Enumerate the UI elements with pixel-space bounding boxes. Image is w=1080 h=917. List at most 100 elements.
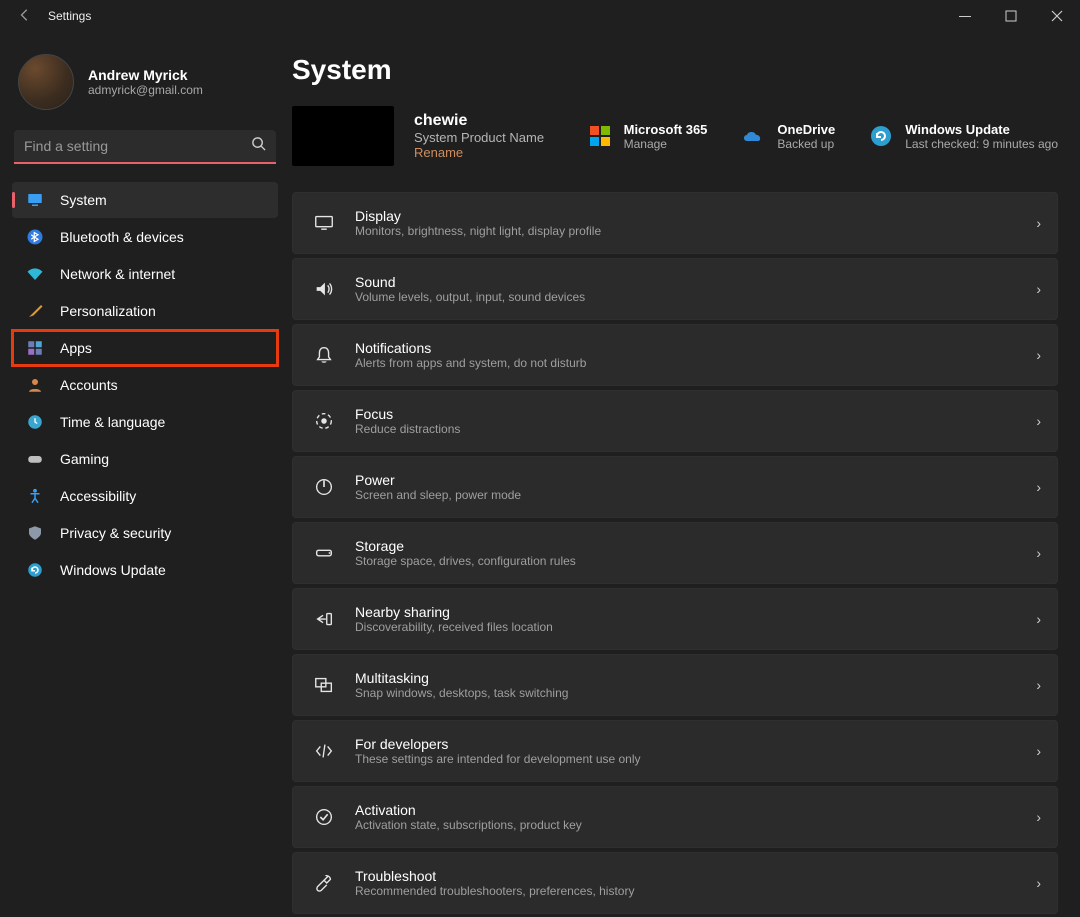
card-focus[interactable]: FocusReduce distractions › [292, 390, 1058, 452]
sidebar-item-network[interactable]: Network & internet [12, 256, 278, 292]
chevron-right-icon: › [1036, 809, 1041, 825]
card-developers[interactable]: For developersThese settings are intende… [292, 720, 1058, 782]
card-sub: Screen and sleep, power mode [355, 488, 1036, 502]
close-button[interactable] [1034, 0, 1080, 32]
card-sub: Monitors, brightness, night light, displ… [355, 224, 1036, 238]
wrench-icon [313, 872, 335, 894]
apps-icon [26, 339, 44, 357]
status-sub: Backed up [777, 137, 835, 151]
update-icon [26, 561, 44, 579]
share-icon [313, 608, 335, 630]
device-thumbnail [292, 106, 394, 166]
user-email: admyrick@gmail.com [88, 83, 203, 97]
status-m365[interactable]: Microsoft 365 Manage [588, 122, 708, 151]
bell-icon [313, 344, 335, 366]
sidebar-item-label: Bluetooth & devices [60, 229, 184, 245]
device-info-row: chewie System Product Name Rename Micros… [292, 106, 1058, 166]
card-activation[interactable]: ActivationActivation state, subscription… [292, 786, 1058, 848]
card-storage[interactable]: StorageStorage space, drives, configurat… [292, 522, 1058, 584]
card-sub: Volume levels, output, input, sound devi… [355, 290, 1036, 304]
card-title: Storage [355, 538, 1036, 554]
card-sub: Activation state, subscriptions, product… [355, 818, 1036, 832]
sidebar-item-label: Privacy & security [60, 525, 171, 541]
chevron-right-icon: › [1036, 545, 1041, 561]
search-input[interactable] [24, 138, 251, 154]
brush-icon [26, 302, 44, 320]
rename-link[interactable]: Rename [414, 145, 544, 160]
status-title: OneDrive [777, 122, 835, 137]
sidebar-item-privacy[interactable]: Privacy & security [12, 515, 278, 551]
m365-icon [588, 124, 612, 148]
card-notifications[interactable]: NotificationsAlerts from apps and system… [292, 324, 1058, 386]
settings-cards: DisplayMonitors, brightness, night light… [292, 192, 1058, 914]
sidebar-item-label: System [60, 192, 107, 208]
card-title: Focus [355, 406, 1036, 422]
gamepad-icon [26, 450, 44, 468]
sidebar-item-update[interactable]: Windows Update [12, 552, 278, 588]
card-nearby[interactable]: Nearby sharingDiscoverability, received … [292, 588, 1058, 650]
clock-icon [26, 413, 44, 431]
sidebar-item-system[interactable]: System [12, 182, 278, 218]
status-sub: Last checked: 9 minutes ago [905, 137, 1058, 151]
search-icon [251, 136, 266, 156]
card-sub: Discoverability, received files location [355, 620, 1036, 634]
sidebar-item-label: Time & language [60, 414, 165, 430]
status-title: Windows Update [905, 122, 1058, 137]
card-title: Nearby sharing [355, 604, 1036, 620]
card-title: Power [355, 472, 1036, 488]
user-block[interactable]: Andrew Myrick admyrick@gmail.com [18, 54, 274, 110]
status-onedrive[interactable]: OneDrive Backed up [741, 122, 835, 151]
sidebar-item-label: Accessibility [60, 488, 136, 504]
card-title: Display [355, 208, 1036, 224]
person-icon [26, 376, 44, 394]
card-display[interactable]: DisplayMonitors, brightness, night light… [292, 192, 1058, 254]
device-name: chewie [414, 112, 544, 130]
status-sub: Manage [624, 137, 708, 151]
multitask-icon [313, 674, 335, 696]
window-title: Settings [48, 9, 91, 23]
sidebar-item-personalization[interactable]: Personalization [12, 293, 278, 329]
sidebar-item-accounts[interactable]: Accounts [12, 367, 278, 403]
card-power[interactable]: PowerScreen and sleep, power mode › [292, 456, 1058, 518]
card-sub: Snap windows, desktops, task switching [355, 686, 1036, 700]
sidebar-item-bluetooth[interactable]: Bluetooth & devices [12, 219, 278, 255]
sidebar-item-label: Personalization [60, 303, 156, 319]
avatar [18, 54, 74, 110]
update-status-icon [869, 124, 893, 148]
system-icon [26, 191, 44, 209]
check-circle-icon [313, 806, 335, 828]
search-box[interactable] [14, 130, 276, 164]
minimize-button[interactable] [942, 0, 988, 32]
accessibility-icon [26, 487, 44, 505]
bluetooth-icon [26, 228, 44, 246]
sidebar-item-accessibility[interactable]: Accessibility [12, 478, 278, 514]
card-multitasking[interactable]: MultitaskingSnap windows, desktops, task… [292, 654, 1058, 716]
titlebar: Settings [0, 0, 1080, 32]
nav-list: System Bluetooth & devices Network & int… [12, 182, 278, 588]
chevron-right-icon: › [1036, 347, 1041, 363]
user-name: Andrew Myrick [88, 67, 203, 83]
sidebar-item-gaming[interactable]: Gaming [12, 441, 278, 477]
chevron-right-icon: › [1036, 611, 1041, 627]
chevron-right-icon: › [1036, 743, 1041, 759]
status-update[interactable]: Windows Update Last checked: 9 minutes a… [869, 122, 1058, 151]
card-sub: Recommended troubleshooters, preferences… [355, 884, 1036, 898]
maximize-button[interactable] [988, 0, 1034, 32]
chevron-right-icon: › [1036, 215, 1041, 231]
chevron-right-icon: › [1036, 479, 1041, 495]
onedrive-icon [741, 124, 765, 148]
card-sound[interactable]: SoundVolume levels, output, input, sound… [292, 258, 1058, 320]
page-title: System [292, 54, 1058, 86]
sidebar-item-apps[interactable]: Apps [12, 330, 278, 366]
back-button[interactable] [10, 8, 40, 25]
power-icon [313, 476, 335, 498]
card-title: Multitasking [355, 670, 1036, 686]
status-title: Microsoft 365 [624, 122, 708, 137]
sidebar-item-label: Network & internet [60, 266, 175, 282]
chevron-right-icon: › [1036, 413, 1041, 429]
card-troubleshoot[interactable]: TroubleshootRecommended troubleshooters,… [292, 852, 1058, 914]
shield-icon [26, 524, 44, 542]
card-sub: Reduce distractions [355, 422, 1036, 436]
sidebar-item-time[interactable]: Time & language [12, 404, 278, 440]
dev-icon [313, 740, 335, 762]
